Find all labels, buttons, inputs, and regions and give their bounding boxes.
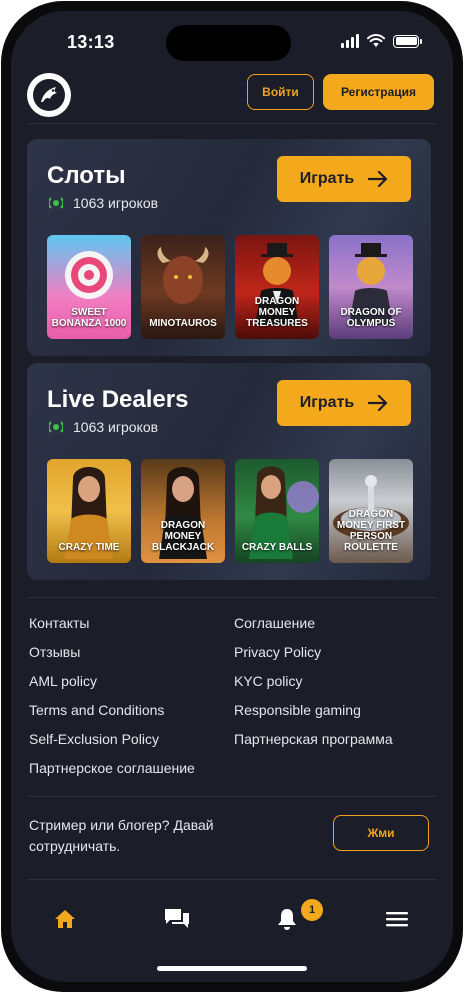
chat-icon xyxy=(165,909,189,928)
slots-games: SWEET BONANZA 1000 MINOTAUROS DRAGON MON… xyxy=(47,235,413,339)
link-privacy-policy[interactable]: Privacy Policy xyxy=(234,644,321,660)
register-button[interactable]: Регистрация xyxy=(323,74,434,110)
battery-icon xyxy=(393,34,422,48)
home-icon xyxy=(55,910,75,928)
slots-card: Слоты 1063 игроков Играть SWEET BONANZA … xyxy=(27,139,431,356)
game-tile-crazy-balls[interactable]: CRAZY BALLS xyxy=(235,459,319,563)
nav-menu[interactable] xyxy=(377,899,417,939)
online-indicator-icon xyxy=(49,421,63,433)
play-label: Играть xyxy=(299,170,355,187)
game-name: MINOTAUROS xyxy=(149,318,217,329)
players-label: 1063 игроков xyxy=(73,419,159,435)
arrow-right-icon xyxy=(368,395,388,411)
players-label: 1063 игроков xyxy=(73,195,159,211)
game-name: DRAGON MONEY FIRST PERSON ROULETTE xyxy=(336,509,406,553)
collab-button[interactable]: Жми xyxy=(333,815,429,851)
menu-icon xyxy=(386,912,408,927)
bell-icon xyxy=(278,909,296,930)
game-tile-crazy-time[interactable]: CRAZY TIME xyxy=(47,459,131,563)
play-slots-button[interactable]: Играть xyxy=(277,156,411,202)
screen: 13:13 Войти Регистрация Слоты 1063 игрок… xyxy=(11,11,453,982)
play-live-button[interactable]: Играть xyxy=(277,380,411,426)
online-indicator-icon xyxy=(49,197,63,209)
live-games: CRAZY TIME DRAGON MONEY BLACKJACK CRAZY … xyxy=(47,459,413,563)
logo-dragon-icon[interactable] xyxy=(27,73,71,117)
game-tile-dragon-money-blackjack[interactable]: DRAGON MONEY BLACKJACK xyxy=(141,459,225,563)
game-name: CRAZY TIME xyxy=(58,542,120,553)
players-count: 1063 игроков xyxy=(49,418,158,436)
game-tile-sweet-bonanza[interactable]: SWEET BONANZA 1000 xyxy=(47,235,131,339)
nav-divider xyxy=(27,879,437,880)
content-divider xyxy=(27,597,437,598)
link-responsible-gaming[interactable]: Responsible gaming xyxy=(234,702,361,718)
phone-frame: 13:13 Войти Регистрация Слоты 1063 игрок… xyxy=(1,1,463,992)
game-name: DRAGON MONEY TREASURES xyxy=(246,296,308,329)
link-terms[interactable]: Terms and Conditions xyxy=(29,702,164,718)
notification-badge: 1 xyxy=(301,899,323,921)
dynamic-island xyxy=(166,25,291,61)
header: Войти Регистрация xyxy=(11,71,453,125)
section-title: Live Dealers xyxy=(47,386,189,413)
arrow-right-icon xyxy=(368,171,388,187)
link-kyc-policy[interactable]: KYC policy xyxy=(234,673,302,689)
link-self-exclusion[interactable]: Self-Exclusion Policy xyxy=(29,731,159,747)
collab-text: Стример или блогер? Давай сотрудничать. xyxy=(29,817,214,854)
game-tile-first-person-roulette[interactable]: DRAGON MONEY FIRST PERSON ROULETTE xyxy=(329,459,413,563)
link-contacts[interactable]: Контакты xyxy=(29,615,89,631)
bottom-nav: 1 xyxy=(11,895,453,955)
game-tile-dragon-of-olympus[interactable]: DRAGON OF OLYMPUS xyxy=(329,235,413,339)
link-aml-policy[interactable]: AML policy xyxy=(29,673,97,689)
game-tile-dragon-money-treasures[interactable]: DRAGON MONEY TREASURES xyxy=(235,235,319,339)
nav-home[interactable] xyxy=(45,899,85,939)
links-divider xyxy=(27,796,437,797)
link-reviews[interactable]: Отзывы xyxy=(29,644,80,660)
link-agreement[interactable]: Соглашение xyxy=(234,615,315,631)
live-dealers-card: Live Dealers 1063 игроков Играть CRAZY T… xyxy=(27,363,431,580)
login-button[interactable]: Войти xyxy=(247,74,314,110)
game-name: DRAGON OF OLYMPUS xyxy=(340,307,402,329)
signal-icon xyxy=(341,34,359,48)
link-partner-agreement[interactable]: Партнерское соглашение xyxy=(29,760,195,776)
header-divider xyxy=(27,123,437,124)
game-tile-minotauros[interactable]: MINOTAUROS xyxy=(141,235,225,339)
game-name: SWEET BONANZA 1000 xyxy=(51,307,127,329)
status-time: 13:13 xyxy=(67,32,115,52)
section-title: Слоты xyxy=(47,162,126,189)
wifi-icon xyxy=(367,34,385,47)
game-name: CRAZY BALLS xyxy=(241,542,313,553)
players-count: 1063 игроков xyxy=(49,194,158,212)
game-name: DRAGON MONEY BLACKJACK xyxy=(151,520,215,553)
play-label: Играть xyxy=(299,394,355,411)
nav-chat[interactable] xyxy=(157,899,197,939)
status-icons xyxy=(341,34,422,48)
home-indicator xyxy=(157,966,307,971)
link-partner-program[interactable]: Партнерская программа xyxy=(234,731,393,747)
